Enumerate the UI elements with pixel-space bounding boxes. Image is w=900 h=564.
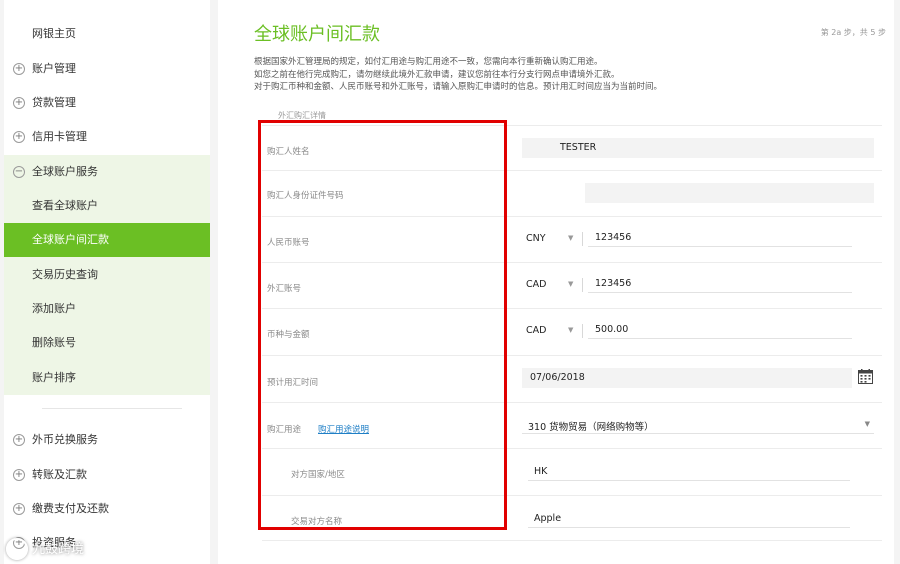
expected-date-field[interactable]: 07/06/2018 bbox=[522, 368, 852, 388]
highlight-box bbox=[258, 120, 507, 530]
instruction-line: 根据国家外汇管理局的规定，如付汇用途与购汇用途不一致，您需向本行重新确认购汇用途… bbox=[254, 57, 603, 67]
amount-value: 500.00 bbox=[595, 324, 629, 335]
expand-icon: + bbox=[13, 97, 25, 109]
expected-date-value: 07/06/2018 bbox=[530, 372, 585, 383]
rmb-currency-select[interactable]: CNY ▼ bbox=[520, 229, 578, 249]
amount-field[interactable]: 500.00 bbox=[588, 320, 852, 339]
sidebar-item-view-global-accounts[interactable]: 查看全球账户 bbox=[4, 189, 210, 223]
counterparty-name-field[interactable]: Apple bbox=[528, 509, 850, 528]
sidebar-item-label: 网银主页 bbox=[32, 27, 76, 40]
rmb-account-field[interactable]: 123456 bbox=[588, 228, 852, 247]
amount-currency-select[interactable]: CAD ▼ bbox=[520, 321, 578, 341]
chevron-down-icon: ▼ bbox=[568, 280, 574, 288]
field-separator bbox=[582, 232, 583, 246]
expand-icon: + bbox=[13, 469, 25, 481]
sidebar-item-delete-account[interactable]: 删除账号 bbox=[4, 326, 210, 360]
calendar-icon[interactable] bbox=[858, 369, 873, 384]
watermark-text: 九鼓跨境 bbox=[32, 542, 85, 557]
chevron-down-icon: ▼ bbox=[568, 234, 574, 242]
counterparty-region-field[interactable]: HK bbox=[528, 462, 850, 481]
instruction-line: 如您之前在他行完成购汇，请勿继续此境外汇款申请，建议您前往本行分支行网点申请境外… bbox=[254, 69, 620, 80]
field-separator bbox=[582, 278, 583, 292]
sidebar-item-label: 全球账户间汇款 bbox=[32, 233, 109, 246]
fx-account-value: 123456 bbox=[595, 278, 632, 289]
sidebar-item-fx-exchange[interactable]: + 外币兑换服务 bbox=[4, 423, 210, 457]
expand-icon: + bbox=[13, 434, 25, 446]
field-separator bbox=[582, 324, 583, 338]
fx-currency-select[interactable]: CAD ▼ bbox=[520, 275, 578, 295]
sidebar-item-label: 缴费支付及还款 bbox=[32, 502, 109, 515]
purpose-select[interactable]: 310 货物贸易（网络购物等） ▼ bbox=[522, 415, 874, 434]
sidebar-item-add-account[interactable]: 添加账户 bbox=[4, 292, 210, 326]
sidebar-item-label: 转账及汇款 bbox=[32, 468, 87, 481]
purpose-value: 310 货物贸易（网络购物等） bbox=[528, 422, 654, 433]
sidebar-item-transaction-history[interactable]: 交易历史查询 bbox=[4, 258, 210, 292]
row-divider bbox=[262, 540, 882, 541]
sidebar-item-label: 全球账户服务 bbox=[32, 165, 98, 178]
buyer-name-field[interactable]: TESTER bbox=[522, 138, 874, 158]
buyer-id-field[interactable] bbox=[585, 183, 874, 203]
instructions: 根据国家外汇管理局的规定，如付汇用途与购汇用途不一致，您需向本行重新确认购汇用途… bbox=[254, 56, 884, 94]
rmb-account-value: 123456 bbox=[595, 232, 632, 243]
sidebar-item-account-management[interactable]: + 账户管理 bbox=[4, 52, 210, 86]
currency-code: CNY bbox=[526, 233, 546, 244]
sidebar-item-loan-management[interactable]: + 贷款管理 bbox=[4, 86, 210, 120]
expand-icon: + bbox=[13, 63, 25, 75]
sidebar-item-label: 查看全球账户 bbox=[32, 199, 98, 212]
page: 网银主页 + 账户管理 + 贷款管理 + 信用卡管理 − 全球账户服务 查看全球… bbox=[0, 0, 900, 564]
counterparty-name-value: Apple bbox=[534, 513, 562, 524]
sidebar-item-label: 信用卡管理 bbox=[32, 130, 87, 143]
sidebar-item-credit-card[interactable]: + 信用卡管理 bbox=[4, 120, 210, 154]
currency-code: CAD bbox=[526, 325, 547, 336]
sidebar-item-home[interactable]: 网银主页 bbox=[4, 17, 210, 51]
sidebar-item-label: 账户管理 bbox=[32, 62, 76, 75]
sidebar-item-bill-payment[interactable]: + 缴费支付及还款 bbox=[4, 492, 210, 526]
step-indicator: 第 2a 步，共 5 步 bbox=[820, 28, 886, 37]
sidebar-divider bbox=[42, 408, 182, 409]
instruction-line: 对于购汇币种和金额、人民币账号和外汇账号，请输入原购汇申请时的信息。预计用汇时间… bbox=[254, 82, 663, 92]
sidebar-item-global-account-services[interactable]: − 全球账户服务 bbox=[4, 155, 210, 189]
chevron-down-icon: ▼ bbox=[864, 420, 870, 428]
buyer-name-value: TESTER bbox=[560, 142, 597, 153]
sidebar-item-label: 交易历史查询 bbox=[32, 268, 98, 281]
currency-code: CAD bbox=[526, 279, 547, 290]
sidebar-item-label: 贷款管理 bbox=[32, 96, 76, 109]
sidebar-item-account-sort[interactable]: 账户排序 bbox=[4, 361, 210, 395]
sidebar-item-label: 删除账号 bbox=[32, 336, 76, 349]
sidebar: 网银主页 + 账户管理 + 贷款管理 + 信用卡管理 − 全球账户服务 查看全球… bbox=[4, 0, 210, 564]
fx-account-field[interactable]: 123456 bbox=[588, 274, 852, 293]
chevron-down-icon: ▼ bbox=[568, 326, 574, 334]
expand-icon: + bbox=[13, 503, 25, 515]
collapse-icon: − bbox=[13, 166, 25, 178]
sidebar-item-label: 账户排序 bbox=[32, 371, 76, 384]
counterparty-region-value: HK bbox=[534, 466, 548, 477]
page-title: 全球账户间汇款 bbox=[254, 24, 380, 45]
sidebar-item-label: 外币兑换服务 bbox=[32, 433, 98, 446]
sidebar-item-transfer-remittance[interactable]: + 转账及汇款 bbox=[4, 458, 210, 492]
sidebar-item-label: 添加账户 bbox=[32, 302, 76, 315]
sidebar-item-global-transfer[interactable]: 全球账户间汇款 bbox=[4, 223, 210, 257]
watermark-logo-icon bbox=[6, 538, 28, 560]
expand-icon: + bbox=[13, 131, 25, 143]
